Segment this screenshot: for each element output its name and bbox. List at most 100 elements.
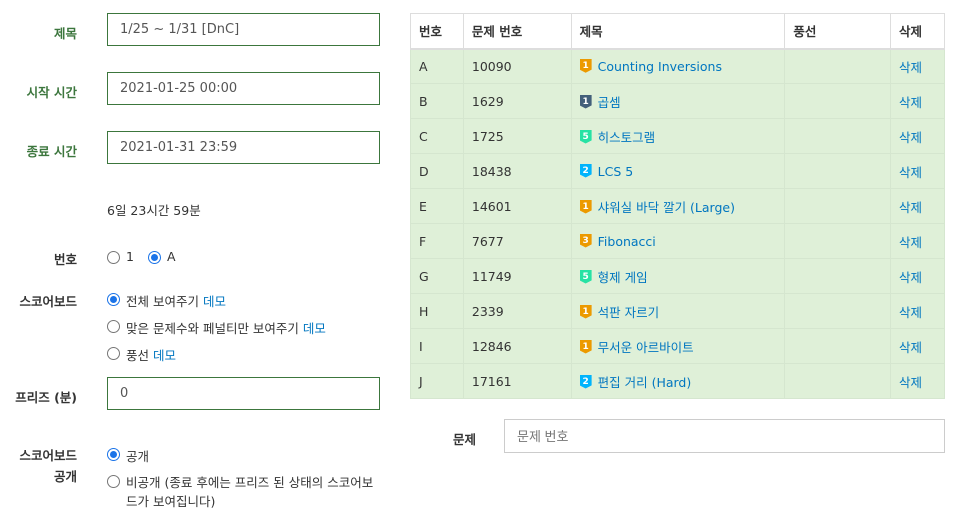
problem-title-link[interactable]: 형제 게임 <box>598 270 648 285</box>
radio-circle[interactable] <box>107 251 120 264</box>
delete-link[interactable]: 삭제 <box>890 293 945 329</box>
radio-circle[interactable] <box>107 475 120 488</box>
tier-badge-icon: 5 <box>579 269 592 284</box>
tier-level: 5 <box>579 269 592 284</box>
tier-level: 1 <box>579 199 592 214</box>
cell-title[interactable]: 5 히스토그램 <box>570 118 786 154</box>
freeze-input[interactable] <box>107 377 380 410</box>
cell-title[interactable]: 1 무서운 아르바이트 <box>570 328 786 364</box>
radio-circle[interactable] <box>107 320 120 333</box>
cell-problem-id: 12846 <box>462 328 572 364</box>
cell-balloon <box>784 293 892 329</box>
tier-level: 5 <box>579 129 592 144</box>
cell-number: C <box>410 118 464 154</box>
radio-circle[interactable] <box>107 448 120 461</box>
radio-circle[interactable] <box>148 251 161 264</box>
delete-link[interactable]: 삭제 <box>890 188 945 224</box>
start-time-label: 시작 시간 <box>26 85 77 100</box>
number-radio-1[interactable]: 1 <box>107 249 134 264</box>
cell-problem-id: 11749 <box>462 258 572 294</box>
table-row: F 7677 3 Fibonacci 삭제 <box>410 223 945 259</box>
delete-link[interactable]: 삭제 <box>890 258 945 294</box>
tier-level: 2 <box>579 163 592 178</box>
scoreboard-label: 스코어보드 <box>19 294 77 309</box>
cell-number: I <box>410 328 464 364</box>
cell-balloon <box>784 328 892 364</box>
problem-table: 번호 문제 번호 제목 풍선 삭제 A 10090 1 Counting Invers… <box>410 13 945 399</box>
delete-link[interactable]: 삭제 <box>890 328 945 364</box>
radio-label-line2: 드가 보여집니다) <box>126 494 216 509</box>
duration-text: 6일 23시간 59분 <box>107 203 201 218</box>
cell-number: D <box>410 153 464 189</box>
problem-title-link[interactable]: 무서운 아르바이트 <box>598 340 694 355</box>
cell-number: E <box>410 188 464 224</box>
public-radio-private[interactable]: 비공개 (종료 후에는 프리즈 된 상태의 스코어보 드가 보여집니다) <box>107 473 373 511</box>
cell-problem-id: 17161 <box>462 363 572 399</box>
demo-link[interactable]: 데모 <box>203 291 226 310</box>
freeze-label: 프리즈 (분) <box>15 390 77 405</box>
scoreboard-radio-balloon[interactable]: 풍선 데모 <box>107 345 176 364</box>
delete-link[interactable]: 삭제 <box>890 223 945 259</box>
end-time-input[interactable] <box>107 131 380 164</box>
public-radio-open[interactable]: 공개 <box>107 446 149 465</box>
tier-level: 1 <box>579 339 592 354</box>
problem-title-link[interactable]: 히스토그램 <box>598 130 656 145</box>
problem-title-link[interactable]: 석판 자르기 <box>598 305 659 320</box>
cell-balloon <box>784 188 892 224</box>
delete-link[interactable]: 삭제 <box>890 118 945 154</box>
cell-title[interactable]: 1 Counting Inversions <box>570 48 786 84</box>
delete-link[interactable]: 삭제 <box>890 83 945 119</box>
cell-title[interactable]: 2 편집 거리 (Hard) <box>570 363 786 399</box>
delete-link[interactable]: 삭제 <box>890 363 945 399</box>
scoreboard-radio-full[interactable]: 전체 보여주기 데모 <box>107 291 226 310</box>
problem-title-link[interactable]: Fibonacci <box>598 234 656 249</box>
problem-title-link[interactable]: Counting Inversions <box>598 59 722 74</box>
radio-label: 공개 <box>126 449 150 464</box>
tier-badge-icon: 2 <box>579 374 592 389</box>
radio-circle[interactable] <box>107 347 120 360</box>
table-row: C 1725 5 히스토그램 삭제 <box>410 118 945 154</box>
cell-number: J <box>410 363 464 399</box>
cell-balloon <box>784 363 892 399</box>
cell-problem-id: 2339 <box>462 293 572 329</box>
radio-label: 비공개 (종료 후에는 프리즈 된 상태의 스코어보 <box>126 475 374 490</box>
cell-title[interactable]: 1 곱셈 <box>570 83 786 119</box>
cell-balloon <box>784 83 892 119</box>
cell-title[interactable]: 3 Fibonacci <box>570 223 786 259</box>
demo-link[interactable]: 데모 <box>303 318 326 337</box>
problem-title-link[interactable]: 편집 거리 (Hard) <box>598 375 692 390</box>
problem-title-link[interactable]: 샤워실 바닥 깔기 (Large) <box>598 200 735 215</box>
delete-link[interactable]: 삭제 <box>890 48 945 84</box>
problem-title-link[interactable]: 곱셈 <box>598 95 621 110</box>
title-input[interactable] <box>107 13 380 46</box>
cell-title[interactable]: 5 형제 게임 <box>570 258 786 294</box>
cell-problem-id: 18438 <box>462 153 572 189</box>
delete-link[interactable]: 삭제 <box>890 153 945 189</box>
header-number: 번호 <box>410 13 464 50</box>
tier-badge-icon: 5 <box>579 129 592 144</box>
cell-problem-id: 10090 <box>462 48 572 84</box>
cell-problem-id: 1725 <box>462 118 572 154</box>
end-time-label: 종료 시간 <box>26 144 77 159</box>
problem-number-input[interactable] <box>504 419 945 453</box>
cell-title[interactable]: 1 석판 자르기 <box>570 293 786 329</box>
number-radio-a[interactable]: A <box>148 249 176 264</box>
demo-link[interactable]: 데모 <box>153 345 176 364</box>
header-delete: 삭제 <box>890 13 945 50</box>
radio-label: 전체 보여주기 <box>126 294 199 309</box>
table-row: A 10090 1 Counting Inversions 삭제 <box>410 48 945 84</box>
scoreboard-radio-score-only[interactable]: 맞은 문제수와 페널티만 보여주기 데모 <box>107 318 326 337</box>
radio-label: A <box>167 249 176 264</box>
cell-title[interactable]: 1 샤워실 바닥 깔기 (Large) <box>570 188 786 224</box>
tier-level: 1 <box>579 304 592 319</box>
table-row: I 12846 1 무서운 아르바이트 삭제 <box>410 328 945 364</box>
cell-title[interactable]: 2 LCS 5 <box>570 153 786 189</box>
radio-label: 1 <box>126 249 134 264</box>
cell-balloon <box>784 118 892 154</box>
problem-title-link[interactable]: LCS 5 <box>598 164 634 179</box>
tier-level: 3 <box>579 233 592 248</box>
start-time-input[interactable] <box>107 72 380 105</box>
cell-balloon <box>784 153 892 189</box>
tier-level: 1 <box>579 94 592 109</box>
radio-circle[interactable] <box>107 293 120 306</box>
